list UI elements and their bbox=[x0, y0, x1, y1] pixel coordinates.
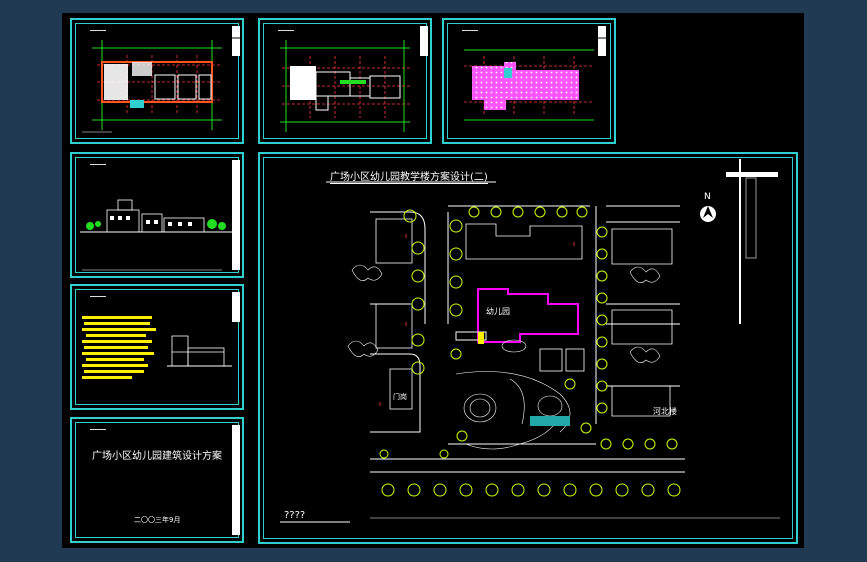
sheet-site-plan[interactable]: 广场小区幼儿园教学楼方案设计(二) N 幼儿园 门岗 河北楼 ???? bbox=[258, 152, 798, 544]
scale-text: ???? bbox=[284, 510, 306, 521]
site-plan-title: 广场小区幼儿园教学楼方案设计(二) bbox=[330, 168, 488, 184]
drawing-canvas[interactable]: 广场小区幼儿园建筑设计方案 二〇〇三年9月 广场小区幼儿园教学楼方案设计(二) … bbox=[62, 13, 804, 548]
sheet-roof-plan[interactable] bbox=[442, 18, 616, 144]
sheet-cover[interactable]: 广场小区幼儿园建筑设计方案 二〇〇三年9月 bbox=[70, 417, 244, 543]
section-drawing bbox=[82, 292, 240, 379]
sheet-tag bbox=[90, 419, 106, 430]
gate-building-label: 门岗 bbox=[393, 393, 407, 401]
sheet-floor-plan-2[interactable] bbox=[258, 18, 432, 144]
sheet-section[interactable] bbox=[70, 284, 244, 410]
elevation-drawing bbox=[80, 160, 240, 271]
sheet-floor-plan-1[interactable] bbox=[70, 18, 244, 144]
sheet-elevation[interactable] bbox=[70, 152, 244, 278]
kindergarten-label: 幼儿园 bbox=[486, 307, 510, 316]
roof-plan-drawing bbox=[464, 26, 606, 121]
north-label: N bbox=[704, 192, 711, 202]
floor-plan-1-drawing bbox=[82, 26, 240, 133]
cover-date: 二〇〇三年9月 bbox=[134, 516, 181, 524]
floor-plan-2-drawing bbox=[280, 26, 428, 132]
adjacent-building-label: 河北楼 bbox=[653, 407, 677, 416]
cover-title: 广场小区幼儿园建筑设计方案 bbox=[92, 451, 222, 462]
